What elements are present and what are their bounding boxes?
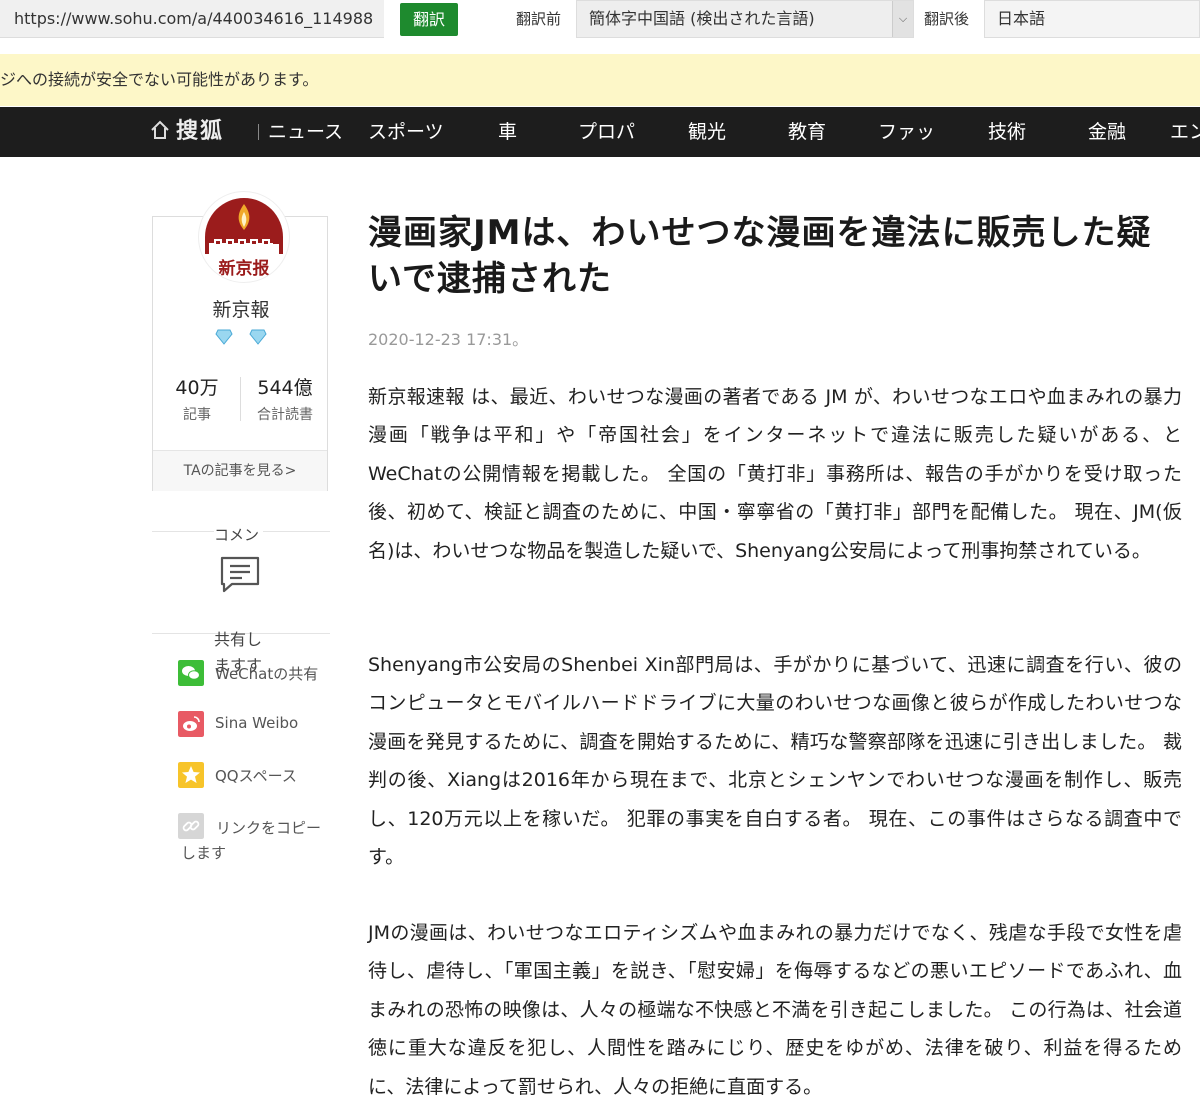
share-wechat[interactable]: WeChatの共有 xyxy=(178,660,328,686)
share-copy-link[interactable]: リンクをコピーします xyxy=(178,813,328,865)
avatar-text: 新京报 xyxy=(219,258,270,279)
site-logo[interactable]: 搜狐 xyxy=(150,107,224,157)
source-language-label: 翻訳前 xyxy=(516,10,562,28)
nav-item-sports[interactable]: スポーツ xyxy=(368,107,444,157)
more-articles-link[interactable]: TAの記事を見る> xyxy=(153,450,327,491)
site-nav: 搜狐 ニュース スポーツ 車 プロパ 観光 教育 ファッ 技術 金融 エン xyxy=(0,107,1200,157)
source-language-value: 簡体字中国語 (検出された言語) xyxy=(589,9,815,28)
nav-item-travel[interactable]: 観光 xyxy=(688,107,726,157)
source-card: 新京报 新京報 40万 記事 544億 合計読書 TAの記事を見る> xyxy=(152,191,329,491)
nav-item-finance[interactable]: 金融 xyxy=(1088,107,1126,157)
stat-reads-value: 544億 xyxy=(257,377,313,399)
stat-articles-value: 40万 xyxy=(175,377,219,399)
share-weibo[interactable]: Sina Weibo xyxy=(178,711,328,737)
url-field[interactable]: https://www.sohu.com/a/440034616_114988 xyxy=(0,0,384,38)
wechat-icon xyxy=(178,660,204,686)
article-paragraph: 新京報速報 は、最近、わいせつな漫画の著者である JM が、わいせつなエロや血ま… xyxy=(368,386,1182,562)
share-weibo-label: Sina Weibo xyxy=(215,714,299,732)
share-copy-link-label: リンクをコピーします xyxy=(181,819,322,862)
nav-item-news[interactable]: ニュース xyxy=(268,107,343,157)
nav-item-entertainment[interactable]: エン xyxy=(1170,107,1200,157)
stat-articles: 40万 記事 xyxy=(153,373,241,424)
comment-label: コメン xyxy=(214,524,264,545)
share-qzone[interactable]: QQスペース xyxy=(178,762,328,788)
stat-reads-label: 合計読書 xyxy=(257,407,313,423)
source-language-select[interactable]: 簡体字中国語 (検出された言語) ⌵ xyxy=(576,0,914,38)
diamond-badge-icon xyxy=(248,329,267,345)
translate-button[interactable]: 翻訳 xyxy=(400,3,458,36)
share-qzone-label: QQスペース xyxy=(215,767,297,785)
share-wechat-label: WeChatの共有 xyxy=(215,665,319,683)
target-language-label: 翻訳後 xyxy=(924,10,970,28)
source-name[interactable]: 新京報 xyxy=(153,295,329,322)
site-logo-text: 搜狐 xyxy=(176,119,225,144)
xinjingbao-logo-icon: 新京报 xyxy=(200,193,288,281)
home-icon xyxy=(151,120,169,139)
nav-item-education[interactable]: 教育 xyxy=(788,107,826,157)
article-paragraph: JMの漫画は、わいせつなエロティシズムや血まみれの暴力だけでなく、残虐な手段で女… xyxy=(368,922,1182,1098)
qzone-icon xyxy=(178,762,204,788)
badge-row xyxy=(153,329,329,349)
article-date: 2020-12-23 17:31。 xyxy=(368,330,529,349)
diamond-badge-icon xyxy=(215,329,234,345)
comment-icon[interactable] xyxy=(219,555,261,593)
avatar[interactable]: 新京报 xyxy=(198,191,290,283)
nav-item-property[interactable]: プロパ xyxy=(578,107,635,157)
target-language-value: 日本語 xyxy=(997,9,1046,28)
security-warning-banner: ジへの接続が安全でない可能性があります。 xyxy=(0,54,1200,106)
weibo-icon xyxy=(178,711,204,737)
nav-item-tech[interactable]: 技術 xyxy=(988,107,1026,157)
nav-item-auto[interactable]: 車 xyxy=(498,107,517,157)
article-title: 漫画家JMは、わいせつな漫画を違法に販売した疑いで逮捕された xyxy=(368,213,1152,299)
article-paragraph: Shenyang市公安局のShenbei Xin部門局は、手がかりに基づいて、迅… xyxy=(368,654,1182,869)
stat-reads: 544億 合計読書 xyxy=(241,373,329,424)
translate-bar: https://www.sohu.com/a/440034616_114988 … xyxy=(0,0,1200,40)
target-language-select[interactable]: 日本語 xyxy=(984,0,1200,38)
chevron-down-icon[interactable]: ⌵ xyxy=(892,1,913,37)
nav-item-fashion[interactable]: ファッ xyxy=(878,107,935,157)
stat-articles-label: 記事 xyxy=(183,407,211,423)
nav-divider xyxy=(258,124,259,140)
